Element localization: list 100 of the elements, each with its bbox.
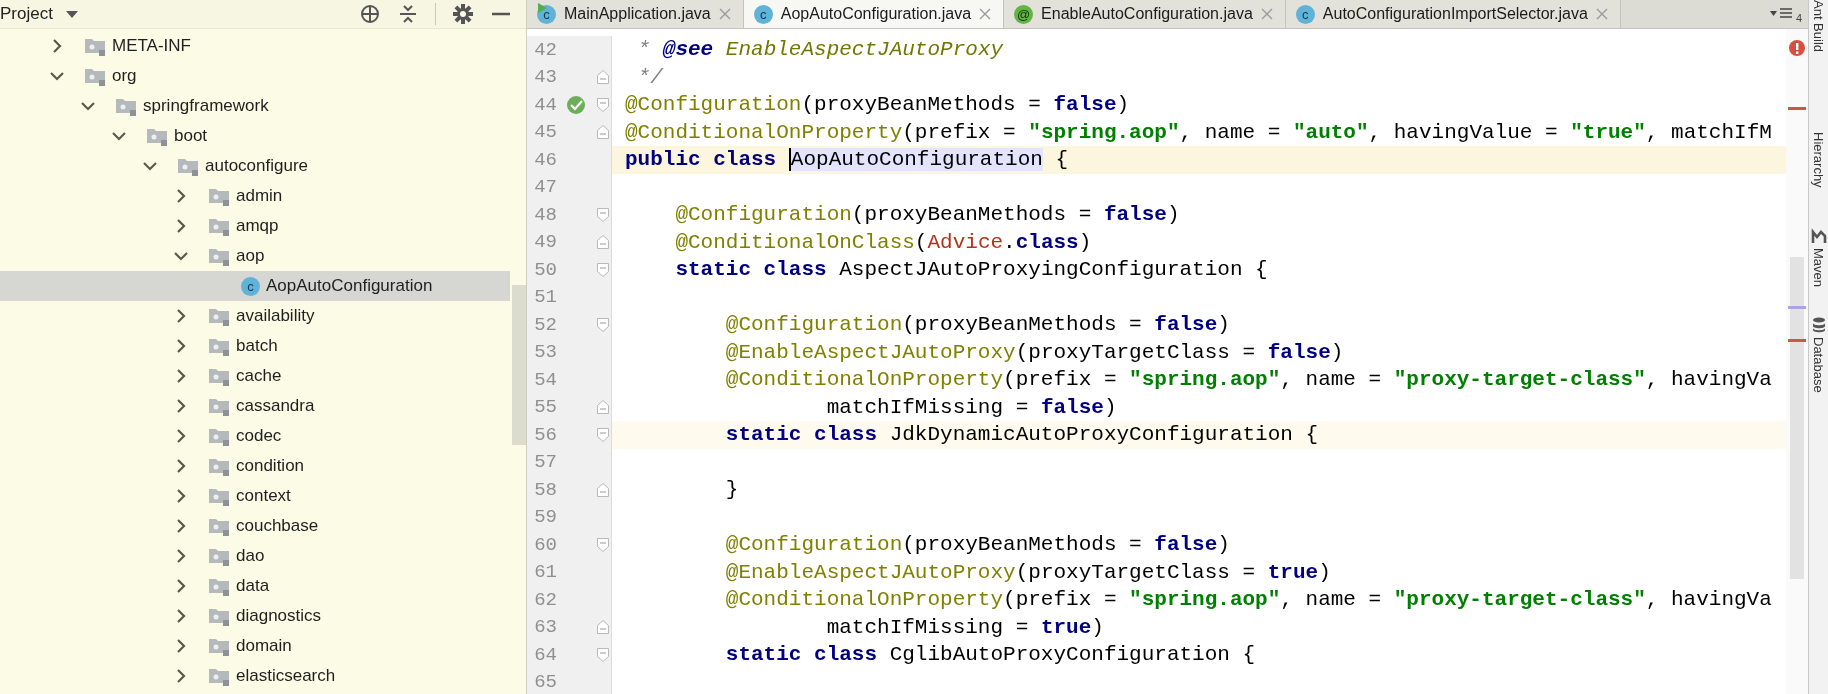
fold-marker-icon[interactable] [597, 647, 609, 662]
fold-marker-icon[interactable] [597, 70, 609, 85]
code-line: @Configuration(proxyBeanMethods = false) [724, 533, 1230, 557]
tree-item[interactable]: data [0, 571, 510, 601]
fold-marker-icon[interactable] [597, 427, 609, 442]
code-line: @EnableAspectJAutoProxy(proxyTargetClass = false) [724, 340, 1344, 364]
line-number: 52 [533, 313, 557, 336]
scrollbar-thumb[interactable] [512, 285, 526, 445]
caret-icon[interactable] [64, 9, 79, 19]
line-number: 59 [533, 506, 557, 529]
fold-marker-icon[interactable] [597, 482, 609, 497]
fold-marker-icon[interactable] [597, 207, 609, 222]
crosshair-icon[interactable] [359, 3, 381, 25]
line-number: 61 [533, 561, 557, 584]
tree-item[interactable]: springframework [0, 91, 510, 121]
fold-marker-icon[interactable] [597, 317, 609, 332]
line-number: 57 [533, 451, 557, 474]
tree-item[interactable]: autoconfigure [0, 151, 510, 181]
fold-marker-icon[interactable] [597, 97, 609, 112]
folder-icon [208, 246, 230, 266]
editor-tab[interactable]: @ EnableAutoConfiguration.java [1004, 0, 1286, 28]
editor-tab[interactable]: c MainApplication.java [527, 0, 744, 28]
code-line: @EnableAspectJAutoProxy(proxyTargetClass = true) [724, 560, 1331, 584]
folder-icon [146, 126, 168, 146]
folder-icon [84, 36, 106, 56]
tree-item[interactable]: boot [0, 121, 510, 151]
scrollbar-thumb[interactable] [1790, 257, 1804, 579]
fold-marker-icon[interactable] [597, 235, 609, 250]
tool-window-tab[interactable]: Database [1811, 336, 1826, 393]
tree-item[interactable]: elasticsearch [0, 661, 510, 691]
code-line: public class AopAutoConfiguration { [625, 148, 1069, 172]
tab-list-button[interactable]: 4 [1763, 0, 1808, 28]
code-line: @Configuration(proxyBeanMethods = false) [625, 93, 1130, 117]
list-icon [1769, 7, 1794, 21]
line-number: 47 [533, 176, 557, 199]
tree-item[interactable]: couchbase [0, 511, 510, 541]
tree-item[interactable]: amqp [0, 211, 510, 241]
line-number: 45 [533, 121, 557, 144]
code-line: @ConditionalOnClass(Advice.class) [674, 230, 1092, 254]
folder-icon [84, 66, 106, 86]
line-number: 54 [533, 368, 557, 391]
line-number: 51 [533, 286, 557, 309]
tree-item[interactable]: codec [0, 421, 510, 451]
tree-item[interactable]: c AopAutoConfiguration [0, 271, 510, 301]
tree-item[interactable]: cassandra [0, 391, 510, 421]
fold-marker-icon[interactable] [597, 620, 609, 635]
fold-marker-icon[interactable] [597, 125, 609, 140]
line-number: 56 [533, 423, 557, 446]
tree-item[interactable]: admin [0, 181, 510, 211]
line-number: 42 [533, 38, 557, 61]
tree-item[interactable]: META-INF [0, 31, 510, 61]
tree-item[interactable]: batch [0, 331, 510, 361]
code-line: matchIfMissing = false) [825, 395, 1117, 419]
code-line: @ConditionalOnProperty(prefix = "spring.aop", name = "proxy-target-class", havingVa [724, 588, 1772, 612]
fold-marker-icon[interactable] [597, 537, 609, 552]
folder-icon [208, 606, 230, 626]
code-line: matchIfMissing = true) [825, 615, 1104, 639]
line-number: 65 [533, 671, 557, 694]
bean-icon[interactable] [566, 94, 586, 115]
tool-window-tab[interactable]: Maven [1811, 247, 1826, 287]
line-number: 62 [533, 588, 557, 611]
tree-item[interactable]: condition [0, 451, 510, 481]
code-line: @Configuration(proxyBeanMethods = false) [724, 313, 1230, 337]
line-number: 43 [533, 66, 557, 89]
code-line: @ConditionalOnProperty(prefix = "spring.aop", name = "proxy-target-class", havingVa [724, 368, 1772, 392]
line-number: 53 [533, 341, 557, 364]
annotation-icon: @ [1014, 4, 1034, 24]
code-line: static class CglibAutoProxyConfiguration { [724, 643, 1256, 667]
database-icon[interactable] [1810, 316, 1827, 333]
fold-marker-icon[interactable] [597, 400, 609, 415]
class-icon: c [753, 4, 773, 24]
maven-icon[interactable] [1810, 227, 1827, 244]
editor-tab[interactable]: c AopAutoConfiguration.java [743, 0, 1005, 28]
tree-item[interactable]: context [0, 481, 510, 511]
line-number: 55 [533, 396, 557, 419]
line-number: 46 [533, 148, 557, 171]
error-icon[interactable] [1788, 39, 1806, 57]
line-number: 60 [533, 533, 557, 556]
collapse-icon[interactable] [397, 3, 419, 25]
editor-tab[interactable]: c AutoConfigurationImportSelector.java [1285, 0, 1621, 28]
tool-window-tab[interactable]: Ant Build [1811, 0, 1826, 53]
line-number: 44 [533, 93, 557, 116]
tree-item[interactable]: diagnostics [0, 601, 510, 631]
tree-item[interactable]: aop [0, 241, 510, 271]
code-line: */ [636, 65, 663, 89]
tree-item[interactable]: dao [0, 541, 510, 571]
panel-title[interactable]: Project [0, 4, 53, 24]
close-icon[interactable] [979, 8, 992, 20]
tool-window-tab[interactable]: Hierarchy [1811, 132, 1826, 188]
tree-item[interactable]: org [0, 61, 510, 91]
folder-icon [208, 306, 230, 326]
tree-item[interactable]: domain [0, 631, 510, 661]
folder-icon [208, 516, 230, 536]
line-number: 50 [533, 258, 557, 281]
class-icon: c [241, 276, 260, 296]
fold-marker-icon[interactable] [597, 262, 609, 277]
line-number: 64 [533, 643, 557, 666]
code-line: @ConditionalOnProperty(prefix = "spring.aop", name = "auto", havingValue = "true", matchIfM [625, 120, 1772, 144]
tree-item[interactable]: cache [0, 361, 510, 391]
tree-item[interactable]: availability [0, 301, 510, 331]
